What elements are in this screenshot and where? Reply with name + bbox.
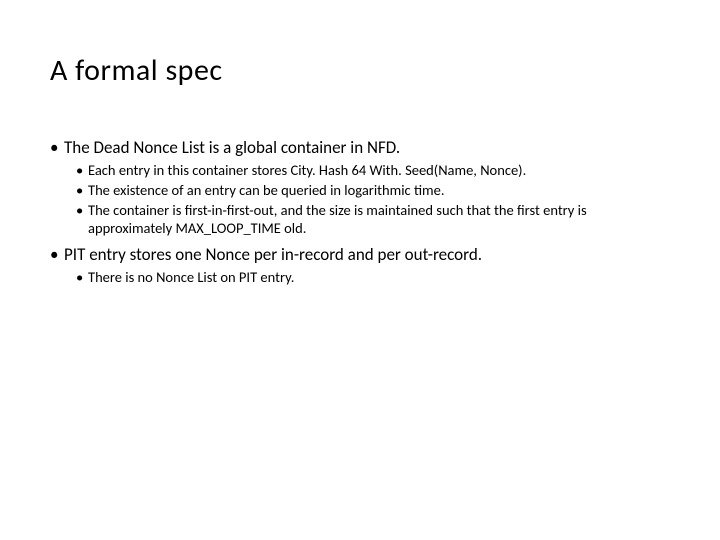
slide: A formal spec The Dead Nonce List is a g… (0, 0, 720, 540)
bullet-level1: The Dead Nonce List is a global containe… (50, 137, 670, 159)
bullet-level2: There is no Nonce List on PIT entry. (50, 268, 670, 286)
slide-title: A formal spec (50, 52, 670, 89)
bullet-level2: Each entry in this container stores City… (50, 161, 670, 179)
bullet-level1: PIT entry stores one Nonce per in-record… (50, 244, 670, 266)
bullet-level2: The existence of an entry can be queried… (50, 181, 670, 199)
bullet-level2: The container is first-in-first-out, and… (50, 201, 670, 237)
bullet-block-1: The Dead Nonce List is a global containe… (50, 137, 670, 238)
bullet-block-2: PIT entry stores one Nonce per in-record… (50, 244, 670, 286)
